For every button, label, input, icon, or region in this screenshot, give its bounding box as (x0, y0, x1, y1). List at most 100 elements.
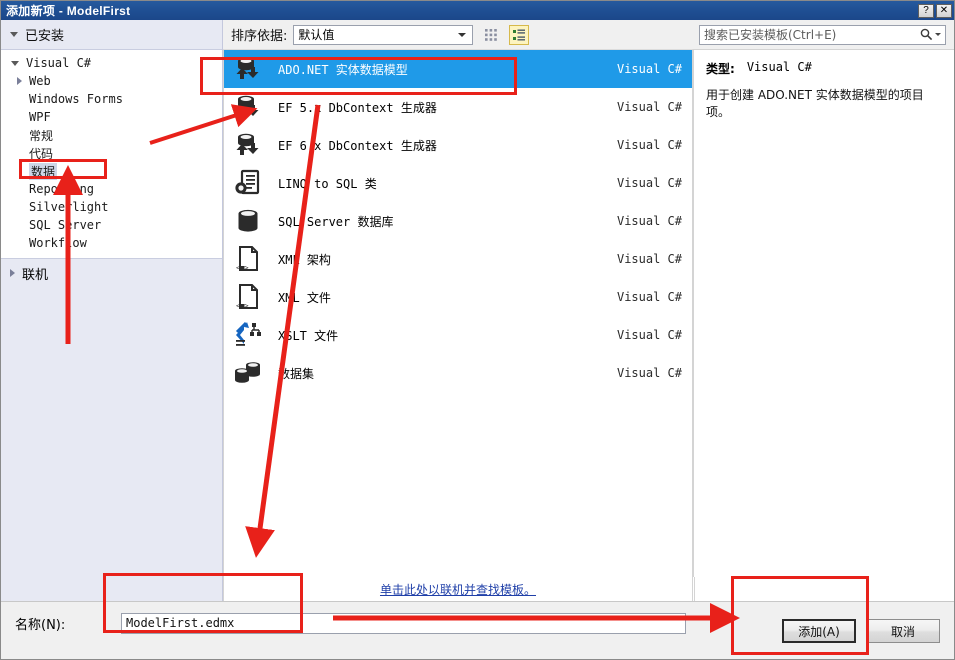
cancel-button[interactable]: 取消 (866, 619, 940, 643)
sort-toolbar: 排序依据: 默认值 (223, 20, 693, 49)
xml-file-icon: <■> (232, 281, 264, 313)
list-item-language: Visual C# (616, 62, 682, 76)
dataset-icon (232, 357, 264, 389)
list-item-label: SQL Server 数据库 (278, 214, 394, 229)
xslt-file-icon (232, 319, 264, 351)
online-template-link-row: 单击此处以联机并查找模板。 (1, 577, 954, 601)
installed-group-header[interactable]: 已安装 (1, 20, 222, 49)
online-group-header[interactable]: 联机 (1, 259, 222, 287)
list-item-label: ADO.NET 实体数据模型 (278, 62, 408, 77)
chevron-right-icon (17, 77, 22, 85)
list-item-label: EF 5.x DbContext 生成器 (278, 100, 437, 115)
sidebar-item-wpf[interactable]: WPF (1, 108, 222, 126)
tree-node-label: 数据 (29, 162, 58, 180)
list-item[interactable]: <■> XML 文件 Visual C# (224, 278, 692, 316)
chevron-down-icon (11, 60, 19, 66)
sort-dropdown[interactable]: 默认值 (293, 24, 474, 45)
xml-schema-icon: <■> (232, 243, 264, 275)
chevron-right-icon (10, 269, 15, 277)
svg-text:<■>: <■> (236, 264, 249, 272)
details-pane: 类型: Visual C# 用于创建 ADO.NET 实体数据模型的项目项。 (693, 20, 954, 577)
link-row-inner: 单击此处以联机并查找模板。 (223, 577, 693, 601)
entity-data-model-icon (232, 53, 264, 85)
sidebar-item-reporting[interactable]: Reporting (1, 180, 222, 198)
templates-pane: 排序依据: 默认值 ADO.NET 实体数据模型 Visual C# EF 5.… (223, 20, 693, 577)
tree-node-label: SQL Server (29, 218, 102, 232)
tree-node-label: Web (29, 74, 51, 88)
list-item-label: XML 文件 (278, 290, 331, 305)
sidebar-item-general[interactable]: 常规 (1, 126, 222, 144)
list-item-language: Visual C# (616, 328, 682, 342)
list-item-label: 数据集 (278, 366, 315, 381)
entity-data-model-icon (232, 91, 264, 123)
tree-node-label: 代码 (29, 146, 54, 161)
installed-group-label: 已安装 (25, 29, 65, 44)
list-item-label: EF 6.x DbContext 生成器 (278, 138, 437, 153)
search-row (693, 20, 954, 49)
list-item-language: Visual C# (616, 138, 682, 152)
list-item[interactable]: <■> XML 架构 Visual C# (224, 240, 692, 278)
list-item[interactable]: EF 6.x DbContext 生成器 Visual C# (224, 126, 692, 164)
dialog-footer: 名称(N): 添加(A) 取消 (1, 601, 954, 659)
sidebar-item-code[interactable]: 代码 (1, 144, 222, 162)
list-view-button[interactable] (509, 24, 530, 45)
detail-type-row: 类型: Visual C# (706, 60, 942, 77)
template-list[interactable]: ADO.NET 实体数据模型 Visual C# EF 5.x DbContex… (223, 49, 693, 577)
sort-label: 排序依据: (231, 29, 288, 44)
sidebar-item-workflow[interactable]: Workflow (1, 234, 222, 252)
tree-node-visual-csharp[interactable]: Visual C# (1, 54, 222, 72)
tree-node-label: WPF (29, 110, 51, 124)
add-new-item-dialog: 添加新项 - ModelFirst ? ✕ 已安装 Visual C# Web … (0, 0, 955, 660)
search-box[interactable] (699, 24, 946, 45)
tree-node-label: Windows Forms (29, 92, 123, 106)
sidebar-item-sql-server[interactable]: SQL Server (1, 216, 222, 234)
list-item-language: Visual C# (616, 290, 682, 304)
link-row-right-filler (694, 577, 954, 601)
categories-pane-filler (1, 287, 222, 577)
list-item[interactable]: LINQ to SQL 类 Visual C# (224, 164, 692, 202)
dialog-button-row: 添加(A) 取消 (782, 619, 940, 643)
help-button[interactable]: ? (918, 3, 934, 18)
detail-type-value: Visual C# (746, 60, 812, 74)
list-item-language: Visual C# (616, 214, 682, 228)
list-item-label: LINQ to SQL 类 (278, 176, 377, 191)
svg-text:<■>: <■> (236, 302, 249, 310)
grid-view-button[interactable] (481, 25, 501, 45)
chevron-down-icon (458, 32, 467, 37)
tree-node-label: Workflow (29, 236, 87, 250)
category-tree: Visual C# Web Windows Forms WPF 常规 代码 数据… (1, 49, 222, 259)
chevron-down-icon (10, 32, 18, 37)
sidebar-item-windows-forms[interactable]: Windows Forms (1, 90, 222, 108)
search-icon (919, 28, 933, 42)
name-input[interactable] (121, 612, 686, 634)
tree-node-label: Silverlight (29, 200, 109, 214)
list-item[interactable]: ADO.NET 实体数据模型 Visual C# (224, 50, 692, 88)
top-region: 已安装 Visual C# Web Windows Forms WPF 常规 代… (1, 20, 954, 577)
detail-description: 用于创建 ADO.NET 实体数据模型的项目项。 (706, 88, 924, 119)
title-bar: 添加新项 - ModelFirst ? ✕ (1, 1, 954, 20)
detail-type-label: 类型: (706, 62, 735, 76)
online-group-label: 联机 (22, 267, 49, 283)
list-item[interactable]: 数据集 Visual C# (224, 354, 692, 392)
linq-to-sql-icon (232, 167, 264, 199)
tree-node-label: Visual C# (26, 56, 92, 70)
list-item-language: Visual C# (616, 176, 682, 190)
list-item[interactable]: EF 5.x DbContext 生成器 Visual C# (224, 88, 692, 126)
list-item[interactable]: XSLT 文件 Visual C# (224, 316, 692, 354)
dialog-body: 已安装 Visual C# Web Windows Forms WPF 常规 代… (1, 20, 954, 659)
list-view-icon (513, 29, 526, 40)
name-label: 名称(N): (15, 617, 66, 633)
sidebar-item-data[interactable]: 数据 (1, 162, 222, 180)
add-button[interactable]: 添加(A) (782, 619, 856, 643)
list-item[interactable]: SQL Server 数据库 Visual C# (224, 202, 692, 240)
sidebar-item-web[interactable]: Web (1, 72, 222, 90)
sidebar-item-silverlight[interactable]: Silverlight (1, 198, 222, 216)
search-input[interactable] (704, 26, 919, 43)
find-online-templates-link[interactable]: 单击此处以联机并查找模板。 (380, 581, 536, 598)
list-item-label: XSLT 文件 (278, 328, 339, 343)
link-row-left-filler (1, 577, 223, 601)
chevron-down-icon[interactable] (935, 33, 941, 36)
dialog-title: 添加新项 - ModelFirst (6, 4, 131, 18)
close-button[interactable]: ✕ (936, 3, 952, 18)
database-icon (232, 205, 264, 237)
